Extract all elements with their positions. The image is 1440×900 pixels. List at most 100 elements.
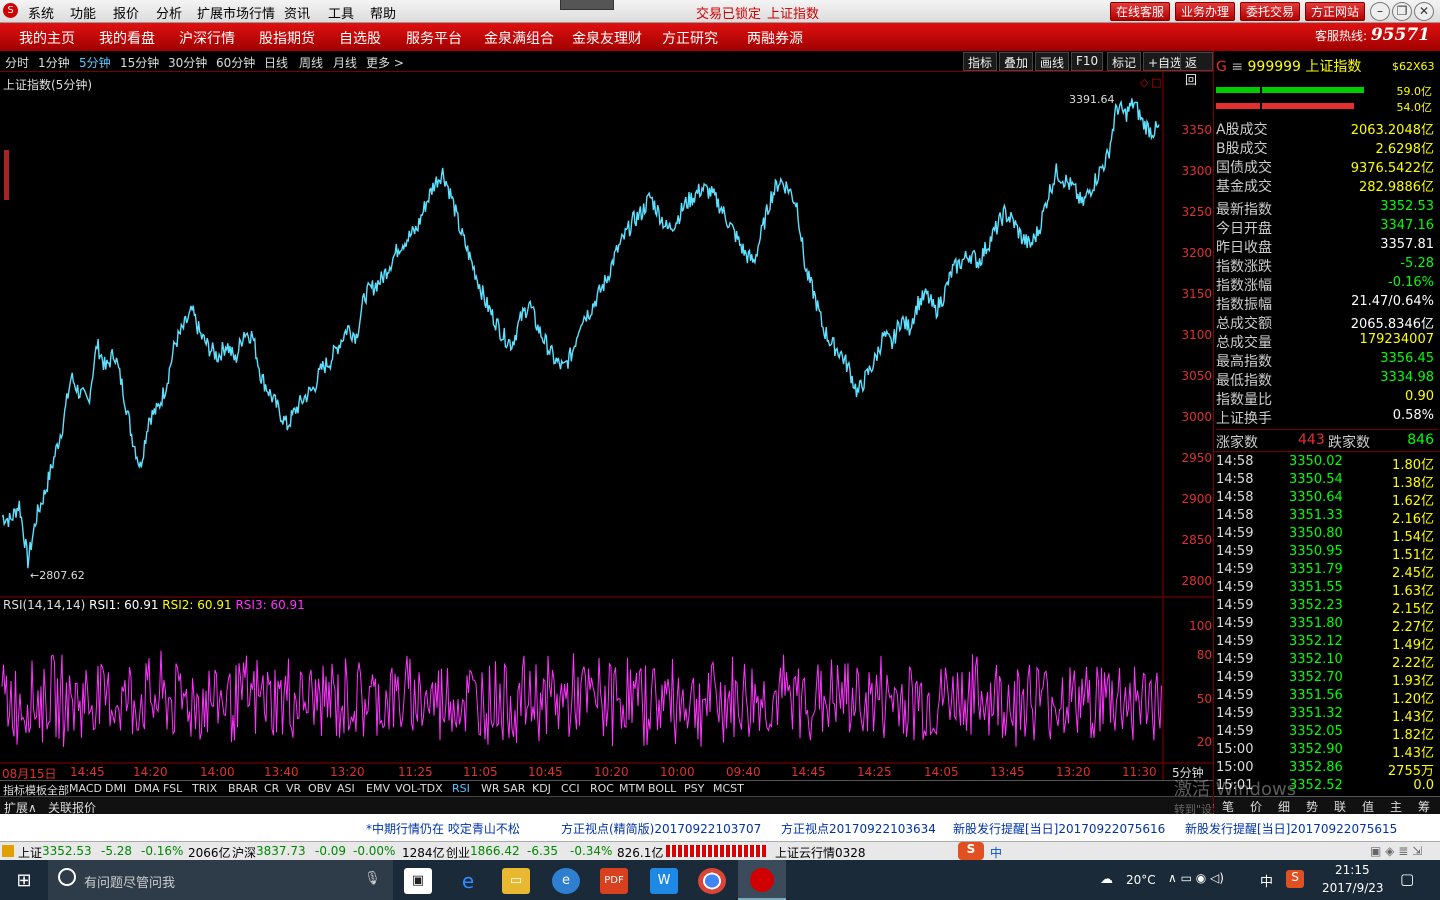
menu-help[interactable]: 帮助 bbox=[370, 3, 396, 22]
panel-tab[interactable]: 势 bbox=[1306, 798, 1318, 815]
news-item[interactable]: 新股发行提醒[当日]20170922075615 bbox=[1185, 820, 1397, 837]
explorer-icon[interactable]: ▭ bbox=[502, 868, 530, 894]
period-60min[interactable]: 60分钟 bbox=[216, 54, 255, 71]
indicator-tab[interactable]: ASI bbox=[337, 782, 355, 795]
close-icon[interactable]: ✕ bbox=[1414, 2, 1434, 21]
menu-system[interactable]: 系统 bbox=[28, 3, 54, 22]
menu-ext-market[interactable]: 扩展市场行情 bbox=[197, 3, 275, 22]
menu-news[interactable]: 资讯 bbox=[284, 3, 310, 22]
period-week[interactable]: 周线 bbox=[299, 54, 323, 71]
period-15min[interactable]: 15分钟 bbox=[120, 54, 159, 71]
panel-tab[interactable]: 筹 bbox=[1418, 798, 1430, 815]
period-30min[interactable]: 30分钟 bbox=[168, 54, 207, 71]
ime-label[interactable]: 中 bbox=[990, 844, 1002, 861]
tray-icons[interactable]: ∧ ▭ ◉ ◁) bbox=[1168, 871, 1224, 885]
indicator-tab[interactable]: DMA bbox=[134, 782, 160, 795]
news-item[interactable]: *中期行情仍在 咬定青山不松 bbox=[366, 820, 520, 837]
toolbar-handle[interactable] bbox=[560, 0, 614, 10]
period-day[interactable]: 日线 bbox=[264, 54, 288, 71]
period-tick[interactable]: 分时 bbox=[5, 54, 29, 71]
indicator-tab[interactable]: RSI bbox=[452, 782, 470, 795]
nav-portfolio[interactable]: 金泉满组合 bbox=[484, 28, 554, 48]
mic-icon[interactable]: 🎙 bbox=[364, 871, 381, 886]
nav-service[interactable]: 服务平台 bbox=[406, 28, 462, 48]
indicator-tab[interactable]: ROC bbox=[590, 782, 614, 795]
kline-chart[interactable]: ◇ □ bbox=[0, 72, 1213, 780]
wps-icon[interactable]: W bbox=[650, 868, 678, 894]
online-service-button[interactable]: 在线客服 bbox=[1110, 2, 1170, 21]
nav-margin[interactable]: 两融券源 bbox=[747, 28, 803, 48]
chrome-icon[interactable] bbox=[698, 868, 726, 894]
edge-icon[interactable]: e bbox=[454, 868, 482, 894]
panel-tab[interactable]: 细 bbox=[1278, 798, 1290, 815]
cloud-label[interactable]: 上证云行情0328 bbox=[775, 844, 866, 861]
minimize-icon[interactable]: – bbox=[1370, 2, 1390, 21]
nav-finance[interactable]: 金泉友理财 bbox=[572, 28, 642, 48]
business-button[interactable]: 业务办理 bbox=[1175, 2, 1235, 21]
expand-icon[interactable]: □ bbox=[1151, 76, 1161, 89]
ie-icon[interactable]: e bbox=[552, 868, 580, 894]
clock-time[interactable]: 21:15 bbox=[1335, 863, 1370, 877]
clock-date[interactable]: 2017/9/23 bbox=[1322, 881, 1384, 895]
menu-analysis[interactable]: 分析 bbox=[156, 3, 182, 22]
panel-tab[interactable]: 联 bbox=[1334, 798, 1346, 815]
draw-button[interactable]: 画线 bbox=[1035, 52, 1070, 71]
indicator-tab[interactable]: MACD bbox=[69, 782, 102, 795]
back-button[interactable]: 返回 bbox=[1180, 52, 1213, 87]
mark-diamond-icon[interactable]: ◇ bbox=[1140, 76, 1149, 89]
overlay-button[interactable]: 叠加 bbox=[999, 52, 1034, 71]
period-month[interactable]: 月线 bbox=[333, 54, 357, 71]
nav-futures[interactable]: 股指期货 bbox=[259, 28, 315, 48]
panel-tab[interactable]: 价 bbox=[1250, 798, 1262, 815]
panel-tab[interactable]: 主 bbox=[1390, 798, 1402, 815]
nav-watchlist[interactable]: 自选股 bbox=[339, 28, 381, 48]
tray-sogou-icon[interactable]: S bbox=[1286, 870, 1304, 888]
sogou-icon[interactable]: S bbox=[958, 842, 984, 860]
indicator-tab[interactable]: TRIX bbox=[192, 782, 217, 795]
pdf-icon[interactable]: PDF bbox=[600, 868, 628, 894]
news-item[interactable]: 方正视点(精简版)20170922103707 bbox=[561, 820, 761, 837]
trade-button[interactable]: 委托交易 bbox=[1240, 2, 1300, 21]
indicator-tab[interactable]: BRAR bbox=[228, 782, 258, 795]
mark-button[interactable]: 标记 bbox=[1107, 52, 1142, 71]
indicator-tab[interactable]: PSY bbox=[684, 782, 704, 795]
weather-temp[interactable]: 20°C bbox=[1126, 873, 1156, 887]
f10-button[interactable]: F10 bbox=[1071, 52, 1104, 71]
panel-tab[interactable]: 笔 bbox=[1222, 798, 1234, 815]
indicator-tab[interactable]: KDJ bbox=[532, 782, 551, 795]
indicator-tab[interactable]: MTM bbox=[619, 782, 645, 795]
menu-icon[interactable]: ≡ bbox=[1231, 59, 1243, 75]
nav-market[interactable]: 沪深行情 bbox=[179, 28, 235, 48]
indicator-tab[interactable]: SAR bbox=[503, 782, 525, 795]
menu-tools[interactable]: 工具 bbox=[328, 3, 354, 22]
news-item[interactable]: 新股发行提醒[当日]20170922075616 bbox=[953, 820, 1165, 837]
menu-function[interactable]: 功能 bbox=[70, 3, 96, 22]
menu-quote[interactable]: 报价 bbox=[113, 3, 139, 22]
weather-icon[interactable]: ☁ bbox=[1100, 872, 1113, 887]
nav-my-board[interactable]: 我的看盘 bbox=[99, 28, 155, 48]
store-icon[interactable]: ▣ bbox=[404, 868, 432, 894]
indicator-tab[interactable]: VOL-TDX bbox=[395, 782, 443, 795]
news-item[interactable]: 方正视点20170922103634 bbox=[781, 820, 936, 837]
founder-app-task[interactable] bbox=[738, 860, 786, 900]
status-tools-icon[interactable]: ▣ ◈ ≣ ⇲ bbox=[1370, 844, 1422, 858]
app-logo-icon[interactable]: S bbox=[3, 3, 18, 18]
scroll-handle[interactable] bbox=[4, 150, 9, 200]
notification-icon[interactable]: ▢ bbox=[1400, 870, 1414, 888]
nav-research[interactable]: 方正研究 bbox=[662, 28, 718, 48]
website-button[interactable]: 方正网站 bbox=[1305, 2, 1365, 21]
period-5min[interactable]: 5分钟 bbox=[79, 54, 111, 71]
restore-icon[interactable]: ❐ bbox=[1392, 2, 1412, 21]
tray-ime[interactable]: 中 bbox=[1260, 871, 1273, 890]
indicator-tab[interactable]: WR bbox=[481, 782, 500, 795]
indicator-tab[interactable]: DMI bbox=[105, 782, 126, 795]
indicator-tab[interactable]: VR bbox=[286, 782, 301, 795]
panel-tab[interactable]: 值 bbox=[1362, 798, 1374, 815]
indicator-tab[interactable]: CR bbox=[264, 782, 279, 795]
indicator-tab[interactable]: FSL bbox=[163, 782, 182, 795]
period-more[interactable]: 更多 > bbox=[366, 54, 404, 71]
search-box[interactable]: 有问题尽管问我 🎙 bbox=[48, 860, 393, 900]
indicator-tab[interactable]: OBV bbox=[308, 782, 331, 795]
indicator-button[interactable]: 指标 bbox=[963, 52, 998, 71]
indicator-tab[interactable]: CCI bbox=[561, 782, 580, 795]
